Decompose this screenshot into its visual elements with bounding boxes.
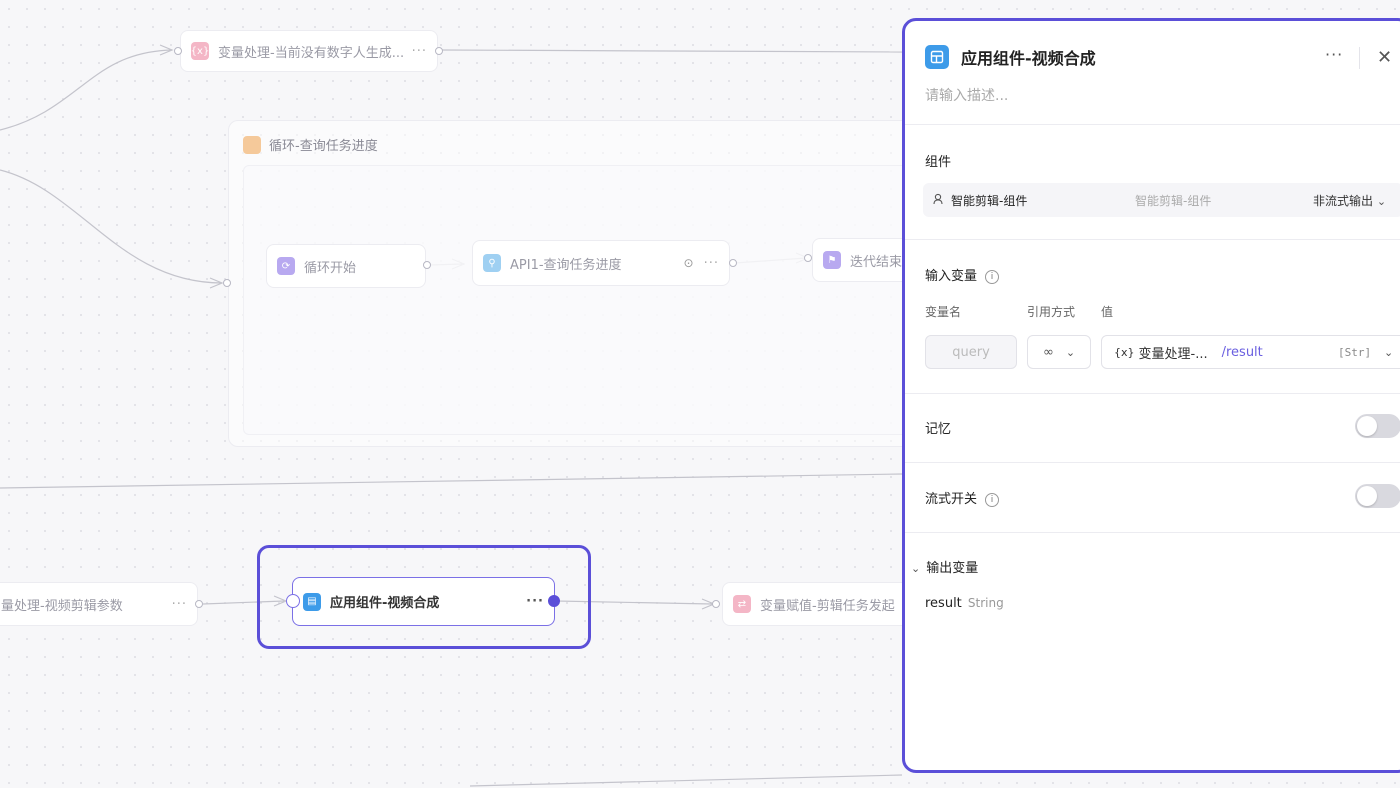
edge-start-to-var-top xyxy=(0,49,173,131)
divider xyxy=(905,532,1400,533)
streaming-label: 流式开关 xyxy=(925,492,978,507)
reference-mode-select[interactable]: ∞ ⌄ xyxy=(1027,335,1091,369)
divider xyxy=(905,393,1400,394)
more-icon[interactable]: ··· xyxy=(412,44,427,59)
value-select[interactable]: {x} 变量处理-... /result [Str] ⌄ xyxy=(1101,335,1400,369)
api-icon: ⚲ xyxy=(483,254,501,272)
component-name: 智能剪辑-组件 xyxy=(951,193,1028,208)
divider xyxy=(905,124,1400,125)
node-loop-start[interactable]: ⟳ 循环开始 xyxy=(266,244,426,288)
panel-header: 应用组件-视频合成 xyxy=(925,45,1096,69)
col-header-name: 变量名 xyxy=(925,305,962,319)
node-label: API1-查询任务进度 xyxy=(510,257,622,273)
output-vars-label: 输出变量 xyxy=(926,561,979,576)
value-source: 变量处理-... xyxy=(1138,346,1208,362)
node-label: 迭代结束 xyxy=(850,254,903,270)
header-divider xyxy=(1359,47,1360,69)
output-mode-select[interactable]: 非流式输出 ⌄ xyxy=(1313,192,1386,209)
input-vars-section: 输入变量 i xyxy=(925,265,1000,284)
output-vars-header[interactable]: ⌄ 输出变量 xyxy=(911,557,978,576)
user-icon xyxy=(933,193,943,205)
edge-loop-out xyxy=(0,473,903,489)
loop-input-port[interactable] xyxy=(223,279,231,287)
output-var-name: result xyxy=(925,596,962,611)
output-port[interactable] xyxy=(729,259,737,267)
more-icon[interactable]: ··· xyxy=(526,594,544,609)
divider xyxy=(905,239,1400,240)
chevron-down-icon: ⌄ xyxy=(1384,345,1394,359)
component-subtitle: 智能剪辑-组件 xyxy=(1135,193,1212,208)
input-port[interactable] xyxy=(712,600,720,608)
component-selector[interactable]: 智能剪辑-组件 智能剪辑-组件 非流式输出 ⌄ xyxy=(923,183,1400,217)
component-section-label: 组件 xyxy=(925,155,952,170)
panel-title[interactable]: 应用组件-视频合成 xyxy=(961,45,1096,69)
output-port[interactable] xyxy=(195,600,203,608)
output-port[interactable] xyxy=(435,47,443,55)
debug-icon[interactable]: ⊙ xyxy=(684,256,694,270)
add-node-port[interactable] xyxy=(548,595,560,607)
value-type-badge: [Str] xyxy=(1338,345,1372,359)
more-icon[interactable]: ··· xyxy=(1325,45,1343,64)
loop-start-icon: ⟳ xyxy=(277,257,295,275)
output-var-row: result String xyxy=(925,596,1004,611)
close-icon[interactable]: ✕ xyxy=(1377,47,1392,68)
chevron-down-icon: ⌄ xyxy=(1065,345,1076,359)
link-icon: ∞ xyxy=(1042,344,1054,360)
description-input[interactable]: 请输入描述... xyxy=(925,85,1008,105)
node-variable-process-top[interactable]: {x} 变量处理-当前没有数字人生成... ··· xyxy=(180,30,438,72)
node-label: 变量赋值-剪辑任务发起 xyxy=(760,598,895,614)
streaming-section: 流式开关 i xyxy=(925,488,1000,507)
memory-label: 记忆 xyxy=(925,422,952,437)
flag-icon: ⚑ xyxy=(823,251,841,269)
info-icon[interactable]: i xyxy=(985,492,1000,507)
node-iteration-end[interactable]: ⚑ 迭代结束 xyxy=(812,238,912,282)
loop-group-label: 循环-查询任务进度 xyxy=(269,139,378,154)
node-label: 循环开始 xyxy=(304,260,357,276)
variable-icon: {x} xyxy=(1114,345,1135,359)
output-var-type: String xyxy=(967,596,1004,610)
node-config-panel: 应用组件-视频合成 ··· ✕ 请输入描述... 组件 智能剪辑-组件 智能剪辑… xyxy=(902,18,1400,773)
input-port[interactable] xyxy=(804,254,812,262)
memory-toggle[interactable] xyxy=(1355,414,1400,438)
edge-start-to-loop xyxy=(0,169,223,284)
node-label: 量处理-视频剪辑参数 xyxy=(1,598,123,614)
col-header-ref: 引用方式 xyxy=(1027,305,1076,319)
more-icon[interactable]: ··· xyxy=(172,597,187,612)
streaming-toggle[interactable] xyxy=(1355,484,1400,508)
input-vars-label: 输入变量 xyxy=(925,269,978,284)
divider xyxy=(905,462,1400,463)
node-variable-assign[interactable]: ⇄ 变量赋值-剪辑任务发起 xyxy=(722,582,922,626)
output-mode-value: 非流式输出 xyxy=(1313,193,1374,208)
edge-var-top-to-panel xyxy=(441,49,903,53)
node-variable-process-left[interactable]: 量处理-视频剪辑参数 ··· xyxy=(0,582,198,626)
output-port[interactable] xyxy=(423,261,431,269)
input-port[interactable] xyxy=(174,47,182,55)
node-api-query[interactable]: ⚲ API1-查询任务进度 ⊙ ··· xyxy=(472,240,730,286)
edge-bottom xyxy=(469,774,903,787)
variable-name-field[interactable]: query xyxy=(925,335,1017,369)
chevron-down-icon: ⌄ xyxy=(911,562,921,575)
loop-body xyxy=(243,165,935,435)
info-icon[interactable]: i xyxy=(985,269,1000,284)
node-label: 变量处理-当前没有数字人生成... xyxy=(218,45,405,61)
chevron-down-icon: ⌄ xyxy=(1376,194,1387,208)
more-icon[interactable]: ··· xyxy=(704,256,719,271)
col-header-value: 值 xyxy=(1101,305,1114,319)
app-component-icon xyxy=(925,45,949,69)
assign-icon: ⇄ xyxy=(733,595,751,613)
variable-icon: {x} xyxy=(191,42,209,60)
app-component-icon: ▤ xyxy=(303,592,321,611)
loop-group-title: 循环-查询任务进度 xyxy=(243,135,378,154)
node-label: 应用组件-视频合成 xyxy=(330,596,440,611)
value-path: /result xyxy=(1221,344,1263,360)
node-app-component-video[interactable]: ▤ 应用组件-视频合成 ··· xyxy=(292,577,555,626)
input-port[interactable] xyxy=(286,594,300,608)
loop-icon xyxy=(243,135,261,154)
